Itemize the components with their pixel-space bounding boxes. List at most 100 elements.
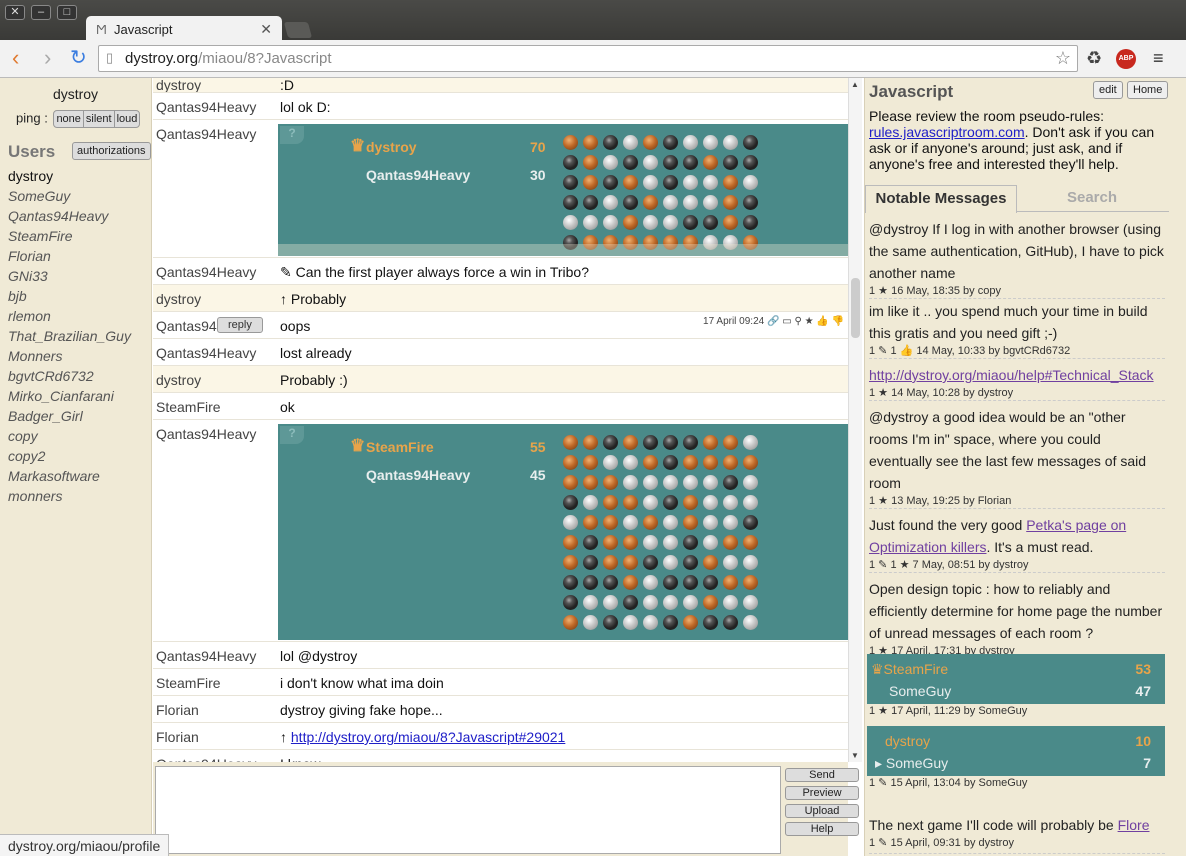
- user-list-item[interactable]: monners: [8, 486, 151, 506]
- reply-arrow-icon[interactable]: ↑: [280, 729, 291, 745]
- window-close-button[interactable]: ✕: [5, 5, 25, 20]
- game-ball[interactable]: [702, 494, 718, 510]
- upload-button[interactable]: Upload: [785, 804, 859, 818]
- game-ball[interactable]: [662, 494, 678, 510]
- message-row[interactable]: Qantas94Heavy? ♛ dystroy 70 Qantas94Heavy 30: [153, 119, 848, 257]
- game-help-icon[interactable]: ?: [280, 126, 304, 144]
- game-ball[interactable]: [602, 214, 618, 230]
- game-ball[interactable]: [742, 534, 758, 550]
- game-ball[interactable]: [662, 454, 678, 470]
- game-ball[interactable]: [582, 514, 598, 530]
- game-ball[interactable]: [682, 434, 698, 450]
- user-list-item[interactable]: SomeGuy: [8, 186, 151, 206]
- game-ball[interactable]: [742, 474, 758, 490]
- game-ball[interactable]: [642, 434, 658, 450]
- game-ball[interactable]: [742, 494, 758, 510]
- game-ball[interactable]: [662, 474, 678, 490]
- game-ball[interactable]: [702, 614, 718, 630]
- message-author[interactable]: Qantas94Heavy: [156, 264, 256, 280]
- game-ball[interactable]: [742, 554, 758, 570]
- game-ball[interactable]: [582, 454, 598, 470]
- notable-message[interactable]: The next game I'll code will probably be…: [869, 814, 1165, 854]
- game-ball[interactable]: [702, 514, 718, 530]
- message-row[interactable]: Qantas94Heavy lost already: [153, 338, 848, 365]
- game-ball[interactable]: [562, 474, 578, 490]
- notable-message[interactable]: Open design topic : how to reliably and …: [869, 578, 1165, 659]
- notable-message[interactable]: @dystroy If I log in with another browse…: [869, 218, 1165, 299]
- message-row[interactable]: dystroy ↑ Probably: [153, 284, 848, 311]
- game-ball[interactable]: [742, 214, 758, 230]
- game-ball[interactable]: [662, 574, 678, 590]
- game-ball[interactable]: [622, 454, 638, 470]
- right-scrollbar[interactable]: [1172, 78, 1186, 856]
- game-ball[interactable]: [562, 594, 578, 610]
- star-icon[interactable]: ★: [805, 316, 817, 327]
- game-ball[interactable]: [582, 194, 598, 210]
- game-ball[interactable]: [582, 554, 598, 570]
- notable-message[interactable]: ♛SteamFire 53 SomeGuy 47 1 ★ 17 April, 11:29…: [867, 654, 1165, 718]
- message-author[interactable]: dystroy: [156, 291, 201, 307]
- game-ball[interactable]: [602, 554, 618, 570]
- game-ball[interactable]: [602, 614, 618, 630]
- game-ball[interactable]: [562, 134, 578, 150]
- game-ball[interactable]: [562, 554, 578, 570]
- game-ball[interactable]: [642, 614, 658, 630]
- game-ball[interactable]: [722, 514, 738, 530]
- game-ball[interactable]: [602, 434, 618, 450]
- game-ball[interactable]: [602, 514, 618, 530]
- game-ball[interactable]: [622, 474, 638, 490]
- game-ball[interactable]: [682, 174, 698, 190]
- edited-icon[interactable]: ✎: [280, 264, 296, 280]
- message-row[interactable]: Florian ↑ http://dystroy.org/miaou/8?Java…: [153, 722, 848, 749]
- game-ball[interactable]: [682, 194, 698, 210]
- message-author[interactable]: SteamFire: [156, 675, 221, 691]
- message-author[interactable]: Qantas94Heavy: [156, 426, 256, 442]
- game-ball[interactable]: [562, 154, 578, 170]
- notable-message[interactable]: @dystroy a good idea would be an "other …: [869, 406, 1165, 509]
- user-list-item[interactable]: Qantas94Heavy: [8, 206, 151, 226]
- game-ball[interactable]: [602, 494, 618, 510]
- game-ball[interactable]: [622, 154, 638, 170]
- game-ball[interactable]: [622, 514, 638, 530]
- game-ball[interactable]: [682, 134, 698, 150]
- message-row[interactable]: Florian dystroy giving fake hope...: [153, 695, 848, 722]
- game-ball[interactable]: [702, 554, 718, 570]
- game-ball[interactable]: [682, 454, 698, 470]
- notable-link[interactable]: http://dystroy.org/miaou/help#Technical_…: [869, 367, 1154, 383]
- game-ball[interactable]: [602, 574, 618, 590]
- game-ball[interactable]: [622, 554, 638, 570]
- message-author[interactable]: dystroy: [156, 372, 201, 388]
- message-author[interactable]: Qantas94Heavy: [156, 126, 256, 142]
- notable-message[interactable]: Just found the very good Petka's page on…: [869, 514, 1165, 573]
- user-list-item[interactable]: bgvtCRd6732: [8, 366, 151, 386]
- game-ball[interactable]: [582, 474, 598, 490]
- menu-icon[interactable]: ≡: [1153, 48, 1164, 69]
- game-ball[interactable]: [602, 134, 618, 150]
- home-button[interactable]: Home: [1127, 81, 1169, 99]
- game-ball[interactable]: [742, 614, 758, 630]
- game-ball[interactable]: [702, 434, 718, 450]
- rules-link[interactable]: rules.javascriptroom.com: [869, 124, 1025, 140]
- game-ball[interactable]: [562, 574, 578, 590]
- game-ball[interactable]: [742, 454, 758, 470]
- user-list-item[interactable]: Florian: [8, 246, 151, 266]
- user-list-item[interactable]: Monners: [8, 346, 151, 366]
- game-ball[interactable]: [582, 614, 598, 630]
- window-minimize-button[interactable]: –: [31, 5, 51, 20]
- tab-close-icon[interactable]: ✕: [260, 21, 272, 38]
- game-ball[interactable]: [682, 214, 698, 230]
- game-ball[interactable]: [642, 514, 658, 530]
- user-list-item[interactable]: bjb: [8, 286, 151, 306]
- game-ball[interactable]: [622, 494, 638, 510]
- game-ball[interactable]: [702, 214, 718, 230]
- message-author[interactable]: Qantas94Heavy: [156, 99, 256, 115]
- message-author[interactable]: Qantas94Heavy: [156, 648, 256, 664]
- game-ball[interactable]: [562, 494, 578, 510]
- game-ball[interactable]: [742, 134, 758, 150]
- game-ball[interactable]: [682, 154, 698, 170]
- message-row[interactable]: SteamFire i don't know what ima doin: [153, 668, 848, 695]
- game-ball[interactable]: [582, 594, 598, 610]
- address-bar[interactable]: ▯ dystroy.org/miaou/8?Javascript ☆: [98, 45, 1078, 72]
- notable-message[interactable]: dystroy 10 ▸ SomeGuy 7 1 ✎ 15 April, 13:04 b…: [867, 726, 1165, 798]
- notable-message[interactable]: http://dystroy.org/miaou/help#Technical_…: [869, 364, 1165, 401]
